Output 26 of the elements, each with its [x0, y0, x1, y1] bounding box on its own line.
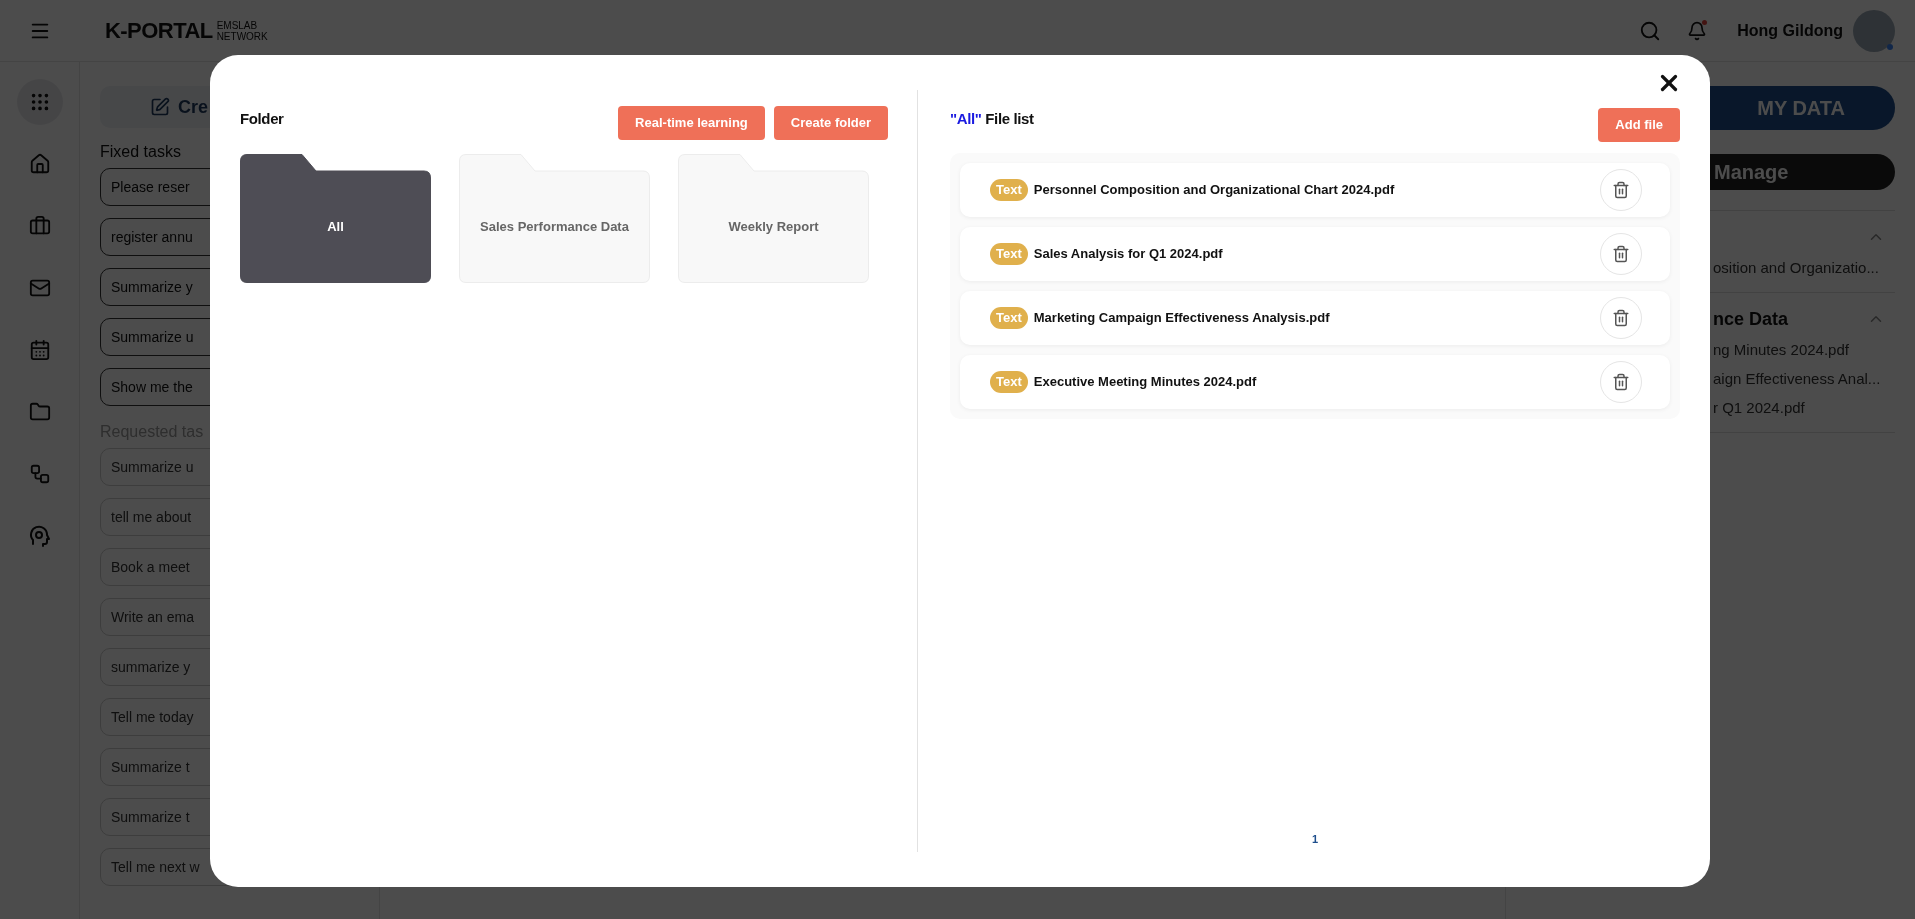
section-title: Fixed tasks	[100, 142, 182, 162]
logo-text: K-PORTAL	[105, 17, 213, 45]
file-type-tag: Text	[990, 307, 1028, 329]
file-row[interactable]: Text Executive Meeting Minutes 2024.pdf	[960, 355, 1670, 409]
action-button[interactable]: Real-time learning	[618, 106, 765, 140]
file-row[interactable]: Text Marketing Campaign Effectiveness Analysis.pdf	[960, 291, 1670, 345]
logo-subtitle: EMSLAB NETWORK	[216, 19, 268, 42]
folder-item[interactable]: All	[240, 154, 431, 283]
file-name: Sales Analysis for Q1 2024.pdf	[1033, 245, 1223, 264]
panel-title: Folder	[240, 109, 284, 129]
file-name: Marketing Campaign Effectiveness Analysis.pdf	[1033, 309, 1330, 328]
add-file-button[interactable]: Add file	[1598, 108, 1680, 142]
user-name: Hong Gildong	[1737, 20, 1843, 41]
file-row[interactable]: Text Personnel Composition and Organizational Chart 2024.pdf	[960, 163, 1670, 217]
action-button[interactable]: Create folder	[773, 106, 888, 140]
group-title: nce Data	[1713, 307, 1789, 331]
file-name: Executive Meeting Minutes 2024.pdf	[1033, 373, 1257, 392]
panel-title: "All" File list	[950, 109, 1034, 129]
file-type-tag: Text	[990, 179, 1028, 201]
file-type-tag: Text	[990, 371, 1028, 393]
file-row[interactable]: Text Sales Analysis for Q1 2024.pdf	[960, 227, 1670, 281]
file-name: Personnel Composition and Organizational Chart 2024.pdf	[1033, 181, 1395, 200]
folder-item[interactable]: Sales Performance Data	[459, 154, 650, 283]
page-link[interactable]: 1	[1311, 830, 1319, 847]
file-type-tag: Text	[990, 243, 1028, 265]
folder-item[interactable]: Weekly Report	[678, 154, 869, 283]
